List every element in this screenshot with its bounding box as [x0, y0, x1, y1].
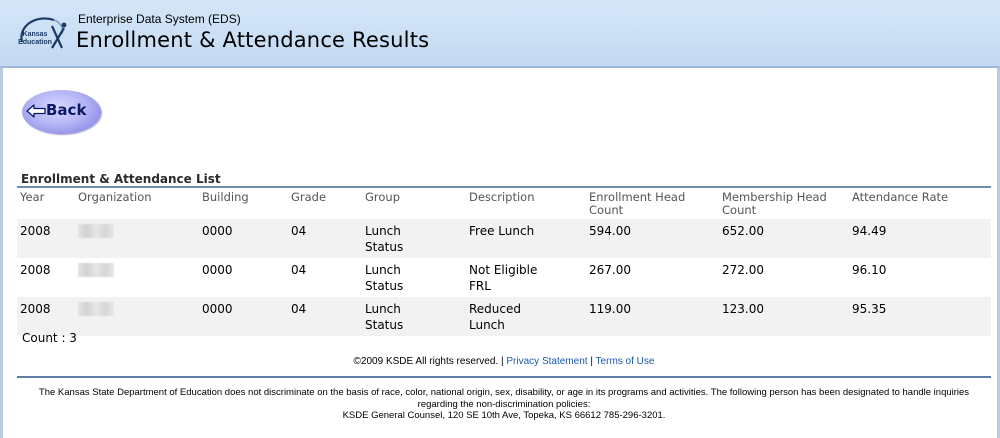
back-button[interactable]: Back [20, 88, 104, 136]
cell-organization [75, 297, 199, 336]
table-row: 2008 0000 04 Lunch Status Reduced Lunch … [17, 297, 991, 336]
cell-building: 0000 [199, 258, 288, 297]
privacy-statement-link[interactable]: Privacy Statement [506, 356, 587, 367]
cell-description: Free Lunch [466, 219, 586, 258]
disclaimer-text: The Kansas State Department of Education… [38, 387, 970, 410]
cell-attendance: 95.35 [849, 297, 991, 336]
non-discrimination-disclaimer: The Kansas State Department of Education… [20, 387, 988, 422]
column-header-grade[interactable]: Grade [288, 190, 362, 219]
table-header-row: Year Organization Building Grade Group D… [17, 190, 991, 219]
column-header-description[interactable]: Description [466, 190, 586, 219]
list-title-divider [17, 186, 991, 188]
column-header-attendance-rate[interactable]: Attendance Rate [849, 190, 991, 219]
cell-attendance: 94.49 [849, 219, 991, 258]
list-title: Enrollment & Attendance List [21, 172, 221, 186]
logo-line-1: Kansas [22, 31, 48, 38]
redacted-organization [78, 224, 114, 238]
cell-description: Not Eligible FRL [466, 258, 586, 297]
footer-separator: | [501, 356, 504, 367]
cell-description: Reduced Lunch [466, 297, 586, 336]
footer-links: ©2009 KSDE All rights reserved. | Privac… [0, 356, 1000, 367]
cell-enrollment: 267.00 [586, 258, 719, 297]
cell-grade: 04 [288, 219, 362, 258]
cell-membership: 652.00 [719, 219, 849, 258]
footer-divider [17, 376, 991, 378]
redacted-organization [78, 302, 114, 316]
cell-group: Lunch Status [362, 258, 466, 297]
footer-separator: | [590, 356, 593, 367]
redacted-organization [78, 263, 114, 277]
cell-group: Lunch Status [362, 297, 466, 336]
system-name: Enterprise Data System (EDS) [78, 12, 241, 26]
cell-grade: 04 [288, 258, 362, 297]
kansas-education-logo: Kansas Education [14, 12, 70, 56]
cell-membership: 272.00 [719, 258, 849, 297]
cell-group: Lunch Status [362, 219, 466, 258]
cell-grade: 04 [288, 297, 362, 336]
table-row: 2008 0000 04 Lunch Status Free Lunch 594… [17, 219, 991, 258]
column-header-building[interactable]: Building [199, 190, 288, 219]
logo-text: Kansas Education [17, 31, 53, 47]
disclaimer-contact: KSDE General Counsel, 120 SE 10th Ave, T… [342, 410, 666, 421]
back-button-label: Back [46, 101, 87, 119]
cell-year: 2008 [17, 258, 75, 297]
column-header-membership-head-count[interactable]: Membership Head Count [719, 190, 849, 219]
results-table: Year Organization Building Grade Group D… [17, 190, 991, 336]
page-title: Enrollment & Attendance Results [76, 28, 430, 52]
cell-organization [75, 258, 199, 297]
logo-line-2: Education [18, 39, 52, 46]
cell-enrollment: 594.00 [586, 219, 719, 258]
left-arrow-icon [26, 104, 46, 118]
column-header-organization[interactable]: Organization [75, 190, 199, 219]
cell-membership: 123.00 [719, 297, 849, 336]
cell-attendance: 96.10 [849, 258, 991, 297]
column-header-year[interactable]: Year [17, 190, 75, 219]
terms-of-use-link[interactable]: Terms of Use [596, 356, 655, 367]
cell-building: 0000 [199, 219, 288, 258]
cell-year: 2008 [17, 219, 75, 258]
cell-enrollment: 119.00 [586, 297, 719, 336]
column-header-group[interactable]: Group [362, 190, 466, 219]
cell-building: 0000 [199, 297, 288, 336]
record-count: Count : 3 [22, 331, 77, 345]
page-header: Kansas Education Enterprise Data System … [0, 0, 1000, 68]
table-row: 2008 0000 04 Lunch Status Not Eligible F… [17, 258, 991, 297]
copyright-text: ©2009 KSDE All rights reserved. [353, 356, 499, 367]
cell-organization [75, 219, 199, 258]
column-header-enrollment-head-count[interactable]: Enrollment Head Count [586, 190, 719, 219]
